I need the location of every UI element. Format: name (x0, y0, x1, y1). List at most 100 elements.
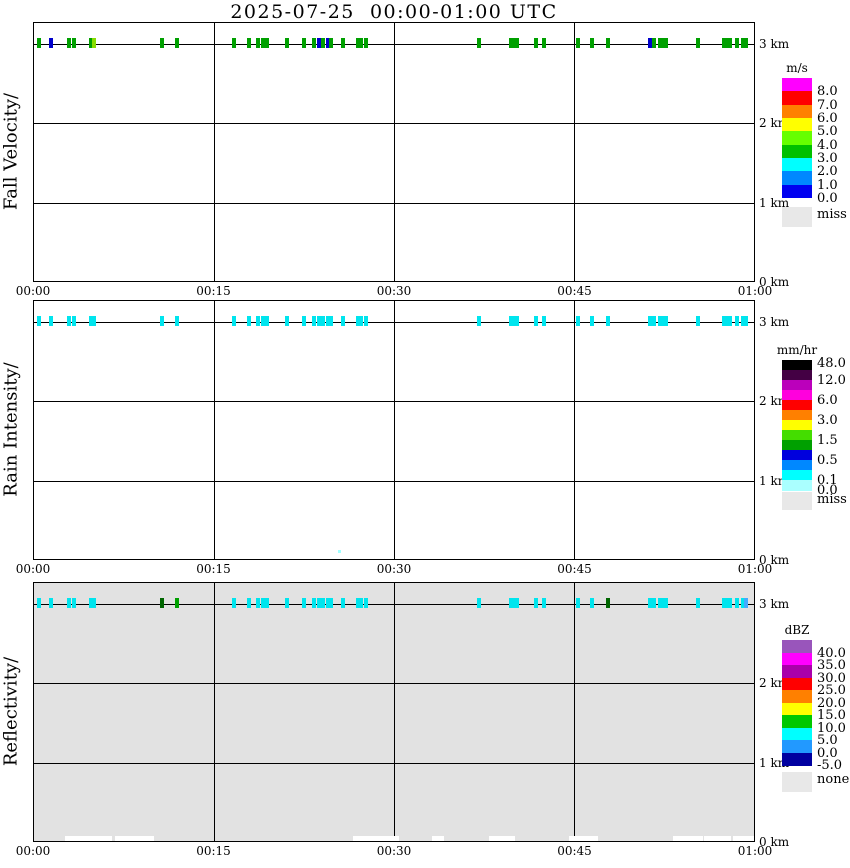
time-gridline (394, 301, 395, 559)
colorbar-segment (782, 740, 812, 753)
panel-reflectivity (33, 582, 755, 842)
time-gridline (574, 23, 575, 281)
colorbar-segment (782, 440, 812, 451)
colorbar-value-label: 3.0 (817, 413, 838, 429)
colorbar-title-reflectivity: dBZ (784, 623, 810, 637)
colorbar-segment (782, 640, 812, 653)
chart-title: 2025-07-25 00:00-01:00 UTC (230, 1, 558, 23)
colorbar-segment (782, 171, 812, 186)
x-tick-label: 00:00 (15, 562, 51, 576)
colorbar-value-label: -5.0 (817, 758, 843, 773)
time-gridline (394, 23, 395, 281)
data-mark (575, 316, 580, 326)
y-tick-label: 3 km (759, 37, 790, 51)
colorbar-missing-swatch (782, 772, 812, 792)
data-mark (509, 38, 520, 48)
data-mark (301, 38, 306, 48)
y-tick-label: 3 km (759, 315, 790, 329)
colorbar-segment (782, 470, 812, 481)
data-mark (92, 316, 97, 326)
data-mark (734, 598, 739, 608)
data-mark (341, 598, 346, 608)
height-gridline (34, 604, 754, 605)
x-tick-label: 01:00 (737, 284, 773, 298)
no-data-patch (488, 836, 516, 841)
no-data-patch (65, 836, 113, 841)
colorbar-segment (782, 400, 812, 411)
data-mark (658, 316, 669, 326)
data-mark (590, 598, 595, 608)
time-gridline (214, 301, 215, 559)
data-mark (159, 38, 164, 48)
data-mark (744, 598, 749, 608)
data-mark (722, 316, 733, 326)
panel-label-reflectivity: Reflectivity/ (0, 656, 22, 767)
no-data-patch (704, 836, 731, 841)
time-gridline (574, 583, 575, 841)
colorbar-segment (782, 184, 812, 199)
data-mark (744, 316, 749, 326)
height-gridline (34, 401, 754, 402)
colorbar-missing-swatch (782, 207, 812, 227)
data-mark (605, 598, 610, 608)
no-data-patch (432, 836, 445, 841)
colorbar-title-fall-velocity: m/s (786, 61, 808, 75)
data-mark (329, 598, 334, 608)
data-mark (71, 598, 76, 608)
data-mark (329, 38, 334, 48)
data-mark (651, 598, 656, 608)
data-mark (48, 316, 53, 326)
data-mark (284, 316, 289, 326)
data-mark (265, 316, 270, 326)
data-mark (301, 316, 306, 326)
data-mark (542, 38, 547, 48)
colorbar-segment (782, 665, 812, 678)
colorbar-segment (782, 410, 812, 421)
time-gridline (574, 301, 575, 559)
colorbar-segment (782, 450, 812, 461)
panel-rain-intensity (33, 300, 755, 560)
colorbar-value-label: 7.0 (817, 97, 838, 113)
colorbar-value-label: 6.0 (817, 393, 838, 409)
data-mark (605, 316, 610, 326)
x-tick-label: 00:45 (557, 844, 592, 858)
colorbar-segment (782, 420, 812, 431)
colorbar-segment (782, 652, 812, 666)
height-gridline (34, 203, 754, 204)
data-mark (36, 316, 41, 326)
data-mark (734, 38, 739, 48)
colorbar-segment (782, 144, 812, 159)
colorbar-segment (782, 118, 812, 132)
data-mark (255, 598, 260, 608)
data-mark (320, 38, 325, 48)
colorbar-segment (782, 752, 812, 766)
colorbar-missing-label: miss (817, 207, 847, 222)
panel-label-fall-velocity: Fall Velocity/ (0, 92, 22, 211)
data-mark (255, 38, 260, 48)
data-mark (92, 598, 97, 608)
colorbar-missing-label: miss (817, 492, 847, 507)
time-gridline (394, 583, 395, 841)
data-mark (722, 38, 733, 48)
timeheight-chart: 2025-07-25 00:00-01:00 UTC Fall Velocity… (0, 0, 850, 868)
data-mark (359, 38, 364, 48)
colorbar-value-label: 0.5 (817, 452, 838, 468)
data-mark (509, 598, 520, 608)
data-mark (231, 38, 236, 48)
data-mark (284, 38, 289, 48)
x-tick-label: 00:45 (557, 562, 592, 576)
data-mark (265, 38, 270, 48)
colorbar-value-label: 12.0 (817, 373, 846, 389)
height-gridline (34, 763, 754, 764)
colorbar-value-label: 1.0 (817, 177, 838, 193)
data-mark (651, 38, 656, 48)
no-data-patch (672, 836, 704, 841)
data-mark (175, 38, 180, 48)
colorbar-segment (782, 715, 812, 728)
data-mark (36, 38, 41, 48)
colorbar-fall-velocity (782, 78, 812, 199)
data-mark (542, 598, 547, 608)
height-gridline (34, 683, 754, 684)
time-gridline (214, 583, 215, 841)
colorbar-segment (782, 104, 812, 119)
